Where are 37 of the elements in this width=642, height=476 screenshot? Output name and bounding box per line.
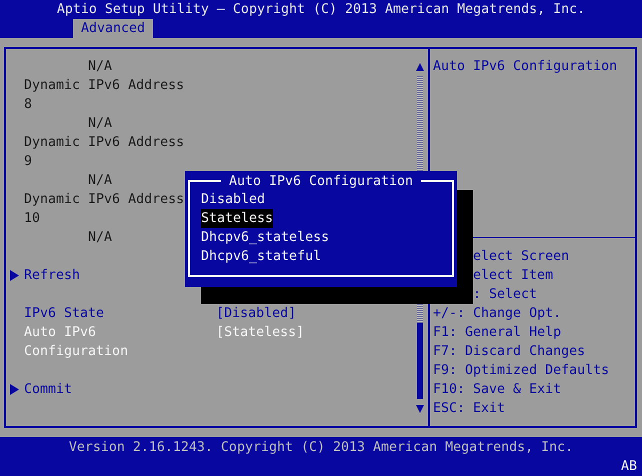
help-line: F9: Optimized Defaults xyxy=(433,363,610,378)
help-line: elect Screen xyxy=(473,249,570,264)
help-line: : Select xyxy=(473,287,538,302)
scroll-thumb[interactable] xyxy=(417,323,423,399)
option-item[interactable]: Stateless xyxy=(201,209,274,228)
info-label: Dynamic IPv6 Address 10 xyxy=(24,191,186,228)
help-line: F10: Save & Exit xyxy=(433,382,562,397)
option-item[interactable]: Disabled xyxy=(201,190,266,209)
arrow-icon xyxy=(10,384,19,395)
window-title: Aptio Setup Utility – Copyright (C) 2013 American Megatrends, Inc. xyxy=(56,1,586,19)
popup-title: Auto IPv6 Configuration xyxy=(220,172,422,191)
option-item[interactable]: Dhcpv6_stateless xyxy=(201,228,330,247)
option-item[interactable]: Dhcpv6_stateful xyxy=(201,247,322,266)
footer-text: Version 2.16.1243. Copyright (C) 2013 American Megatrends, Inc. xyxy=(68,440,574,455)
info-value: N/A xyxy=(87,229,112,247)
tab[interactable]: Advanced xyxy=(73,19,154,38)
info-label: Dynamic IPv6 Address 9 xyxy=(24,134,186,171)
info-value: N/A xyxy=(87,172,112,190)
help-line: F7: Discard Changes xyxy=(433,344,586,359)
setting-value[interactable]: [Disabled] xyxy=(216,304,296,323)
submenu-item[interactable]: Commit xyxy=(24,380,72,399)
setting-value[interactable]: [Stateless] xyxy=(216,323,304,361)
help-title: Auto IPv6 Configuration xyxy=(433,59,618,74)
info-label: Dynamic IPv6 Address 8 xyxy=(24,77,186,114)
submenu-item[interactable]: Refresh xyxy=(24,266,80,285)
info-value: N/A xyxy=(87,58,112,76)
setting-label[interactable]: IPv6 State xyxy=(24,304,192,323)
scroll-down-icon[interactable] xyxy=(416,404,424,412)
help-line: F1: General Help xyxy=(433,325,562,340)
arrow-icon xyxy=(10,270,19,281)
info-value: N/A xyxy=(87,115,112,133)
help-line: ESC: Exit xyxy=(433,401,506,416)
keyboard-indicator: AB xyxy=(620,459,637,474)
help-line: +/-: Change Opt. xyxy=(433,306,562,321)
scroll-up-icon[interactable] xyxy=(416,62,424,70)
setting-label[interactable]: Auto IPv6 Configuration xyxy=(24,323,192,361)
help-line: elect Item xyxy=(473,268,554,283)
